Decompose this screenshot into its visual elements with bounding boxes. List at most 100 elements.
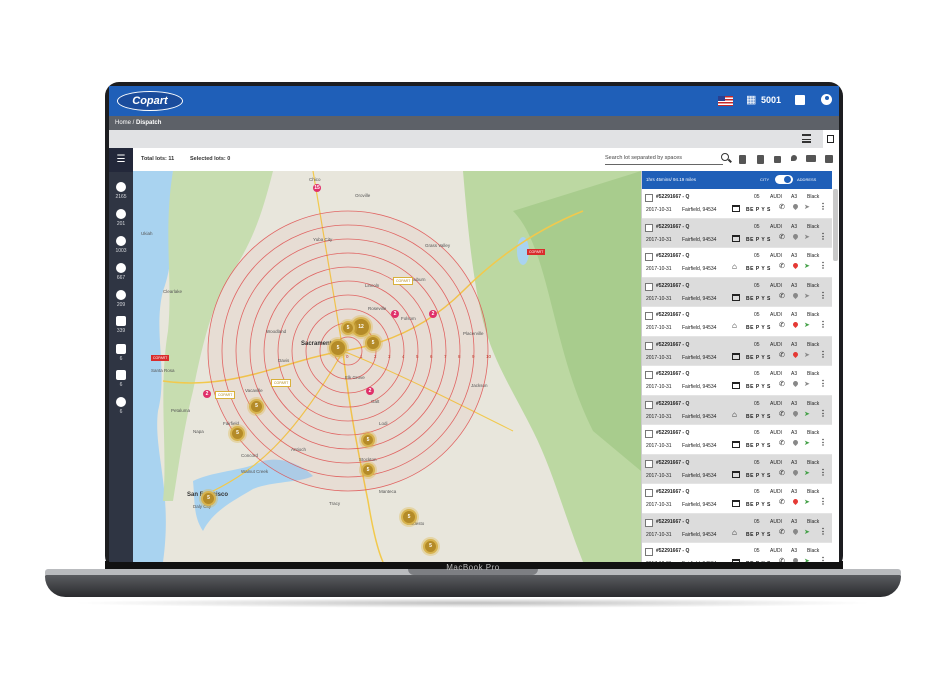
- sidebar-item-bus[interactable]: 339: [109, 316, 133, 334]
- more-options-icon[interactable]: ⋮: [819, 350, 827, 359]
- lot-checkbox[interactable]: [645, 341, 653, 350]
- map-cluster[interactable]: 5: [201, 491, 216, 506]
- yard-tag-red[interactable]: COPART: [527, 249, 546, 255]
- sidebar-item-truck[interactable]: 201: [109, 209, 133, 227]
- lot-checkbox[interactable]: [645, 282, 653, 291]
- map-view-icon[interactable]: [823, 130, 839, 148]
- print-icon[interactable]: [774, 156, 781, 163]
- location-pin-icon[interactable]: [791, 497, 800, 506]
- search-input[interactable]: Search lot separated by spaces: [605, 153, 723, 165]
- location-pin-icon[interactable]: [791, 291, 800, 299]
- navigation-icon[interactable]: ➤: [804, 234, 810, 242]
- lot-row[interactable]: #52291667 - Q 05 AUDI A3 Black 2017-10-31 Fair…: [642, 484, 832, 514]
- lot-row[interactable]: #52291667 - Q 05 AUDI A3 Black 2017-10-31 Fair…: [642, 543, 832, 562]
- lot-checkbox[interactable]: [645, 371, 653, 379]
- navigation-icon[interactable]: ➤: [804, 381, 810, 389]
- lot-checkbox[interactable]: [645, 223, 653, 232]
- navigation-icon[interactable]: ➤: [804, 322, 810, 330]
- map-pin[interactable]: 15: [313, 184, 321, 192]
- lot-row[interactable]: #52291667 - Q 05 AUDI A3 Black 2017-10-31 Fair…: [642, 395, 832, 425]
- id-card-icon[interactable]: [806, 155, 816, 162]
- navigation-icon[interactable]: ➤: [804, 204, 810, 212]
- map-cluster[interactable]: 5: [361, 433, 375, 447]
- more-options-icon[interactable]: ⋮: [819, 468, 827, 477]
- lot-row[interactable]: #52291667 - Q 05 AUDI A3 Black 2017-10-31 Fair…: [642, 454, 832, 484]
- clipboard-icon[interactable]: [757, 155, 764, 164]
- map-pin[interactable]: 2: [391, 310, 399, 318]
- lot-checkbox[interactable]: [645, 400, 653, 409]
- map-pin[interactable]: 2: [429, 310, 437, 318]
- map-cluster[interactable]: 5: [423, 539, 438, 554]
- lot-row[interactable]: #52291667 - Q 05 AUDI A3 Black 2017-10-31 Fair…: [642, 307, 832, 337]
- lot-row[interactable]: #52291667 - Q 05 AUDI A3 Black 2017-10-31 Fair…: [642, 248, 832, 278]
- navigation-icon[interactable]: ➤: [804, 499, 810, 507]
- phone-icon[interactable]: ✆: [779, 411, 785, 419]
- phone-icon[interactable]: ✆: [779, 234, 785, 242]
- more-options-icon[interactable]: ⋮: [819, 557, 827, 563]
- sidebar-item-alert[interactable]: 6: [109, 370, 133, 388]
- sidebar-item-pickup[interactable]: 1003: [109, 236, 133, 254]
- us-flag-icon[interactable]: [718, 96, 733, 106]
- map-pin[interactable]: 2: [366, 387, 374, 395]
- lot-row[interactable]: #52291667 - Q 05 AUDI A3 Black 2017-10-31 Fair…: [642, 277, 832, 307]
- user-icon[interactable]: [821, 94, 832, 105]
- lot-row[interactable]: #52291667 - Q 05 AUDI A3 Black 2017-10-31 Fair…: [642, 366, 832, 396]
- location-pin-icon[interactable]: [791, 556, 800, 562]
- map-cluster[interactable]: 5: [329, 339, 347, 357]
- map-cluster[interactable]: 5: [249, 399, 264, 414]
- lot-row[interactable]: #52291667 - Q 05 AUDI A3 Black 2017-10-31 Fair…: [642, 336, 832, 366]
- more-options-icon[interactable]: ⋮: [819, 498, 827, 506]
- sidebar-item-calendar[interactable]: 6: [109, 344, 133, 362]
- navigation-icon[interactable]: ➤: [804, 352, 810, 360]
- more-options-icon[interactable]: ⋮: [819, 321, 827, 329]
- lot-checkbox[interactable]: [645, 518, 653, 527]
- lot-checkbox[interactable]: [645, 548, 653, 556]
- phone-icon[interactable]: ✆: [779, 529, 785, 537]
- location-pin-icon[interactable]: [791, 438, 800, 447]
- location-pin-icon[interactable]: [791, 320, 800, 329]
- navigation-icon[interactable]: ➤: [804, 529, 810, 537]
- copart-logo[interactable]: Copart: [117, 91, 183, 111]
- location-pin-icon[interactable]: [791, 468, 800, 476]
- navigation-icon[interactable]: ➤: [804, 558, 810, 562]
- location-pin-icon[interactable]: [791, 379, 800, 388]
- location-pin-icon[interactable]: [791, 409, 800, 417]
- lot-row[interactable]: #52291667 - Q 05 AUDI A3 Black 2017-10-31 Fair…: [642, 425, 832, 455]
- map-cluster[interactable]: 5: [401, 509, 417, 525]
- lot-row[interactable]: #52291667 - Q 05 AUDI A3 Black 2017-10-31 Fair…: [642, 513, 832, 543]
- yard-tag[interactable]: COPART: [271, 379, 292, 387]
- list-view-icon[interactable]: [802, 134, 811, 143]
- phone-icon[interactable]: ✆: [779, 470, 785, 478]
- phone-icon[interactable]: ✆: [779, 381, 785, 389]
- scrollbar[interactable]: [833, 189, 838, 261]
- location-icon[interactable]: [791, 155, 797, 161]
- city-address-toggle[interactable]: [775, 175, 793, 184]
- yard-tag-red[interactable]: COPART: [151, 355, 170, 361]
- sidebar-item-lots[interactable]: 2165: [109, 182, 133, 200]
- phone-icon[interactable]: ✆: [779, 263, 785, 271]
- yard-tag[interactable]: COPART: [215, 391, 236, 399]
- phone-icon[interactable]: ✆: [779, 558, 785, 562]
- phone-icon[interactable]: ✆: [779, 293, 785, 301]
- lot-row[interactable]: #52291667 - Q 05 AUDI A3 Black 2017-10-31 Fair…: [642, 218, 832, 248]
- phone-icon[interactable]: ✆: [779, 440, 785, 448]
- phone-icon[interactable]: ✆: [779, 204, 785, 212]
- more-options-icon[interactable]: ⋮: [819, 527, 827, 536]
- map-cluster[interactable]: 5: [230, 426, 245, 441]
- sidebar-item-no-location[interactable]: 6: [109, 397, 133, 415]
- map-cluster[interactable]: 5: [365, 335, 381, 351]
- sidebar-item-speed[interactable]: 209: [109, 290, 133, 308]
- more-options-icon[interactable]: ⋮: [819, 203, 827, 211]
- location-pin-icon[interactable]: [791, 232, 800, 240]
- phone-icon[interactable]: ✆: [779, 352, 785, 360]
- navigation-icon[interactable]: ➤: [804, 293, 810, 301]
- filter-icon[interactable]: ☰: [109, 148, 133, 172]
- navigation-icon[interactable]: ➤: [804, 411, 810, 419]
- lot-checkbox[interactable]: [645, 312, 653, 320]
- lot-checkbox[interactable]: [645, 253, 653, 261]
- more-options-icon[interactable]: ⋮: [819, 291, 827, 300]
- navigation-icon[interactable]: ➤: [804, 440, 810, 448]
- lot-checkbox[interactable]: [645, 430, 653, 438]
- more-options-icon[interactable]: ⋮: [819, 409, 827, 418]
- lot-checkbox[interactable]: [645, 194, 653, 202]
